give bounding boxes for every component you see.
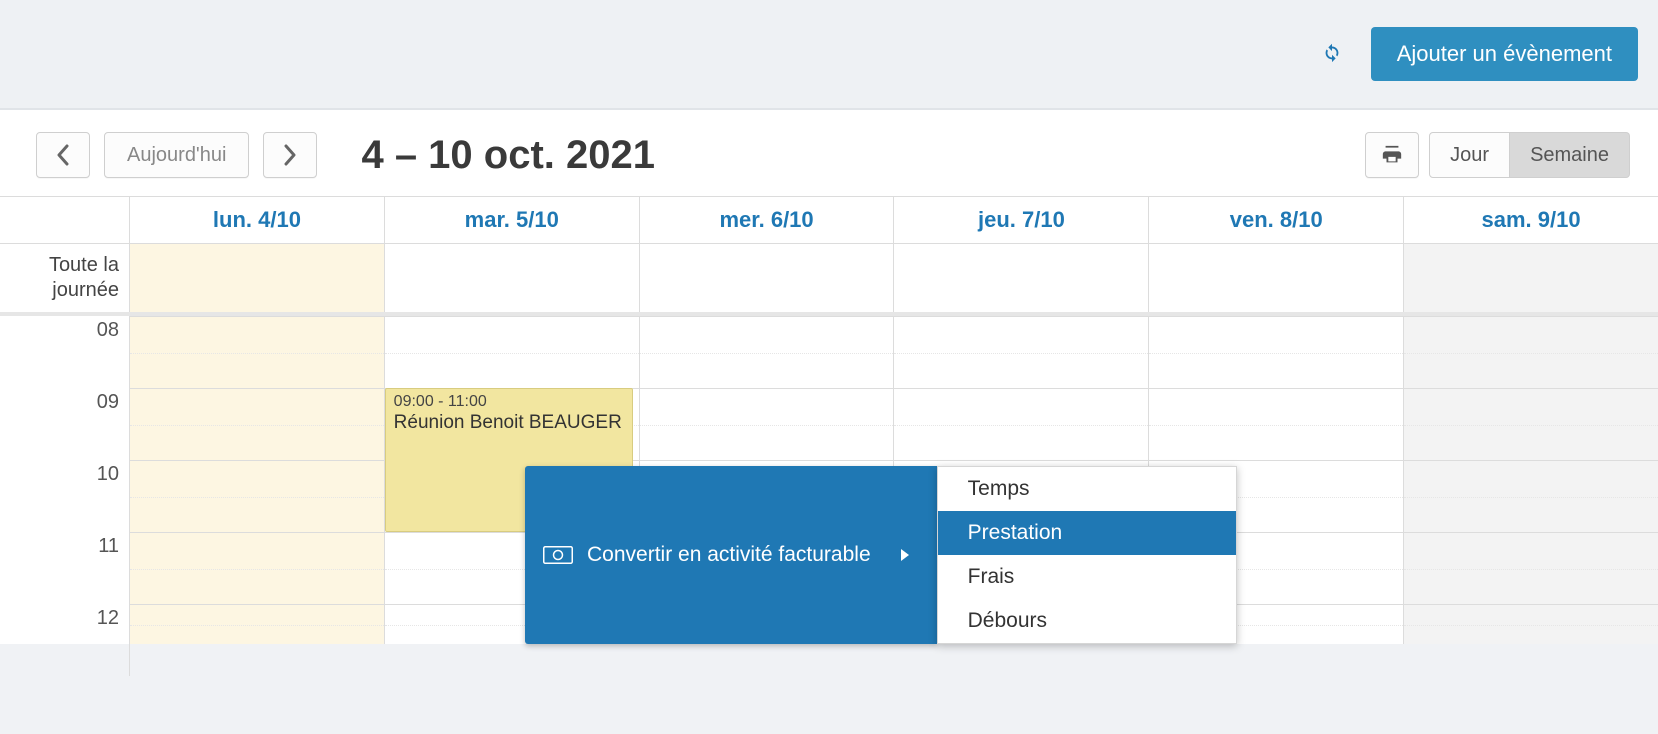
time-slot[interactable] xyxy=(894,388,1149,460)
context-submenu-item[interactable]: Frais xyxy=(938,555,1236,599)
context-submenu-item[interactable]: Temps xyxy=(938,467,1236,511)
hour-row: 08 xyxy=(0,316,1658,388)
time-slot[interactable] xyxy=(385,316,640,388)
time-slot[interactable] xyxy=(130,604,385,644)
context-submenu: Temps Prestation Frais Débours xyxy=(937,466,1237,644)
day-header[interactable]: sam. 9/10 xyxy=(1404,197,1658,243)
allday-cell[interactable] xyxy=(385,244,640,312)
time-slot[interactable] xyxy=(130,532,385,604)
day-header[interactable]: jeu. 7/10 xyxy=(894,197,1149,243)
top-bar: Ajouter un évènement xyxy=(0,0,1658,110)
view-week-button[interactable]: Semaine xyxy=(1510,132,1630,178)
time-slot[interactable] xyxy=(640,316,895,388)
time-slot[interactable] xyxy=(640,388,895,460)
hour-label: 12 xyxy=(0,604,130,676)
allday-label: Toute la journée xyxy=(0,244,130,312)
time-slot[interactable] xyxy=(130,460,385,532)
context-menu-item-convert[interactable]: Convertir en activité facturable xyxy=(525,466,937,644)
money-icon xyxy=(543,545,573,565)
hour-label: 09 xyxy=(0,388,130,460)
allday-cell[interactable] xyxy=(130,244,385,312)
event-time: 09:00 - 11:00 xyxy=(394,393,625,411)
day-header[interactable]: ven. 8/10 xyxy=(1149,197,1404,243)
date-range-title: 4 – 10 oct. 2021 xyxy=(361,133,1351,178)
hour-row: 09 xyxy=(0,388,1658,460)
print-button[interactable] xyxy=(1365,132,1419,178)
add-event-button[interactable]: Ajouter un évènement xyxy=(1371,27,1638,81)
time-slot[interactable] xyxy=(1149,316,1404,388)
context-submenu-item[interactable]: Débours xyxy=(938,599,1236,643)
today-button[interactable]: Aujourd'hui xyxy=(104,132,249,178)
time-grid: 08 09 10 xyxy=(0,316,1658,644)
time-slot[interactable] xyxy=(1149,388,1404,460)
context-menu: Convertir en activité facturable Temps P… xyxy=(525,466,1237,644)
header-gutter xyxy=(0,197,130,243)
allday-cell[interactable] xyxy=(1404,244,1658,312)
time-slot[interactable] xyxy=(130,388,385,460)
time-slot[interactable] xyxy=(1404,388,1658,460)
context-menu-label: Convertir en activité facturable xyxy=(587,543,871,567)
allday-cell[interactable] xyxy=(894,244,1149,312)
time-slot[interactable] xyxy=(1404,316,1658,388)
day-header[interactable]: mer. 6/10 xyxy=(640,197,895,243)
time-slot[interactable] xyxy=(894,316,1149,388)
hour-label: 11 xyxy=(0,532,130,604)
day-header[interactable]: mar. 5/10 xyxy=(385,197,640,243)
refresh-icon[interactable] xyxy=(1321,41,1343,68)
next-button[interactable] xyxy=(263,132,317,178)
day-header[interactable]: lun. 4/10 xyxy=(130,197,385,243)
event-title: Réunion Benoit BEAUGER xyxy=(394,411,625,436)
calendar-toolbar: Aujourd'hui 4 – 10 oct. 2021 Jour Semain… xyxy=(0,110,1658,196)
prev-button[interactable] xyxy=(36,132,90,178)
time-slot[interactable] xyxy=(1404,460,1658,532)
hour-label: 10 xyxy=(0,460,130,532)
allday-cell[interactable] xyxy=(640,244,895,312)
chevron-right-icon xyxy=(901,549,909,561)
view-day-button[interactable]: Jour xyxy=(1429,132,1510,178)
time-slot[interactable] xyxy=(1404,604,1658,644)
time-slot[interactable] xyxy=(130,316,385,388)
allday-row: Toute la journée xyxy=(0,244,1658,316)
day-header-row: lun. 4/10 mar. 5/10 mer. 6/10 jeu. 7/10 … xyxy=(0,197,1658,244)
calendar-grid: lun. 4/10 mar. 5/10 mer. 6/10 jeu. 7/10 … xyxy=(0,196,1658,644)
calendar-panel: Aujourd'hui 4 – 10 oct. 2021 Jour Semain… xyxy=(0,110,1658,644)
view-toggle: Jour Semaine xyxy=(1429,132,1630,178)
hour-label: 08 xyxy=(0,316,130,388)
allday-cell[interactable] xyxy=(1149,244,1404,312)
context-submenu-item[interactable]: Prestation xyxy=(938,511,1236,555)
time-slot[interactable] xyxy=(1404,532,1658,604)
